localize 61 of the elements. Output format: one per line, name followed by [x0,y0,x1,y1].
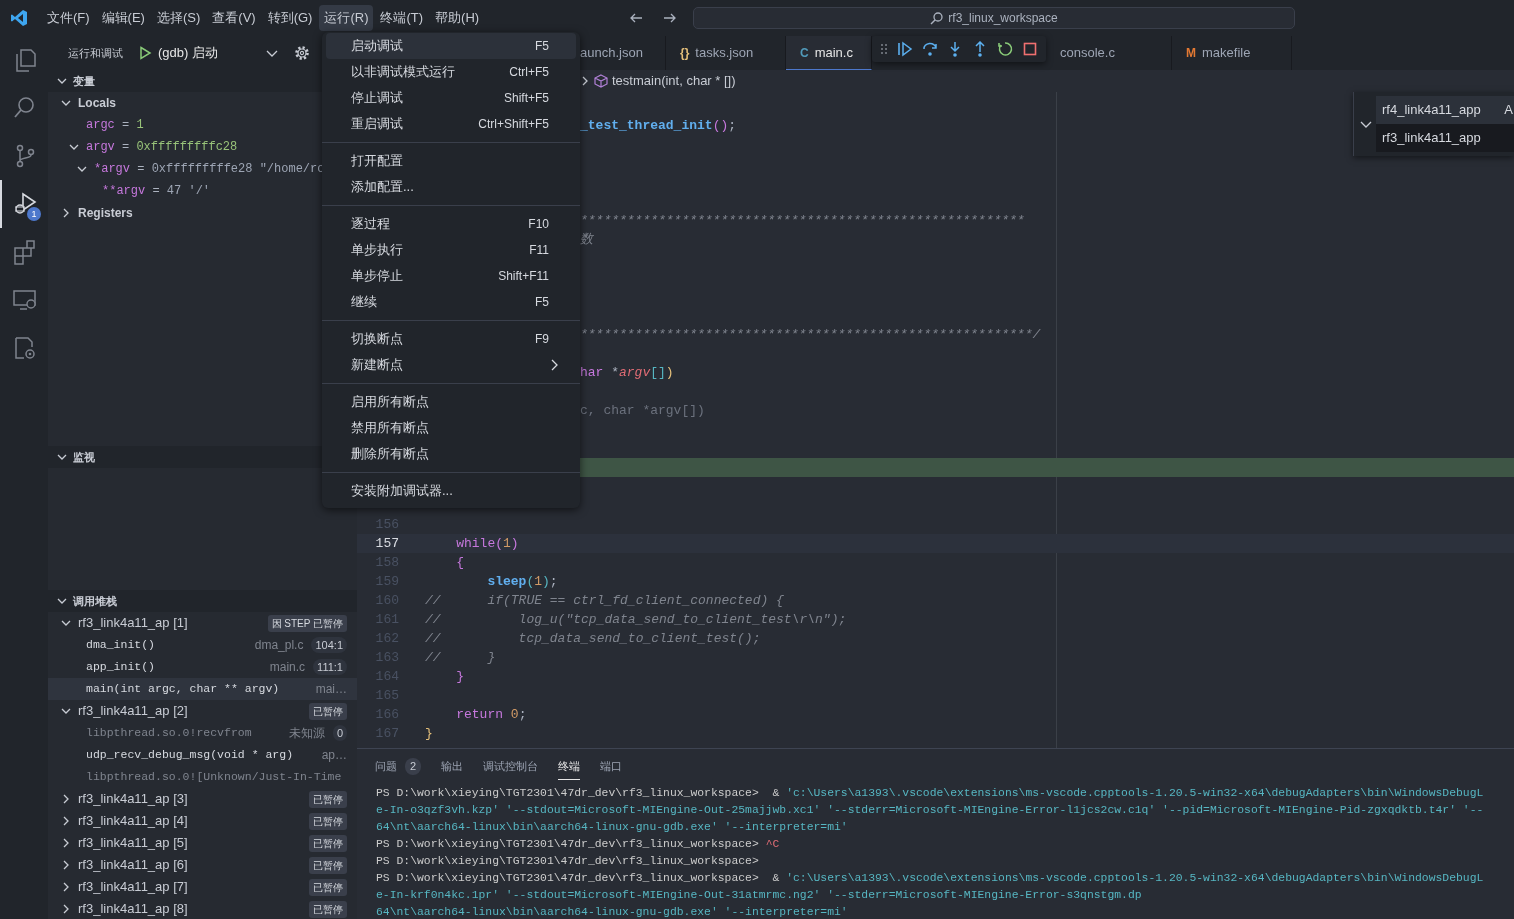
panel-title: 运行和调试 [68,45,124,61]
terminal-line: 64\nt\aarch64-linux\bin\aarch64-linux-gnu-gdb.exe' '--interpreter=mi' [376,905,849,919]
section-title: 变量 [73,73,95,89]
code-line: // log_u("tcp_data_send_to_client_test\r\n"); [425,610,847,629]
status-badge: 已暂停 [309,790,347,808]
code-line: // } [425,648,496,667]
code-line: while(1) [455,534,519,553]
file-icon: C [800,43,809,62]
code-line: _test_thread_init(); [580,116,737,135]
code-line: // tcp_data_send_to_client_test(); [425,629,761,648]
code-line: c, char *argv[]) [580,401,705,420]
terminal-line: PS D:\work\xieying\TGT2301\47dr_dev\rf3_linux_workspace> [376,854,760,869]
code-line: **********************************************************/ [580,325,1041,344]
scope-label: Registers [78,205,133,222]
line-position: 111:1 [313,658,347,676]
file-icon: {} [680,44,690,62]
status-badge: 已暂停 [309,812,347,830]
source-file: dma_pl.c [254,637,304,654]
status-badge: 已暂停 [309,834,347,852]
source-file: 未知源 [288,725,325,742]
code-line: // if(TRUE == ctrl_fd_client_connected) { [425,591,784,610]
status-badge: 因 STEP 已暂停 [267,614,347,632]
code-line: ********************************************************* [580,211,1025,230]
terminal-line: PS D:\work\xieying\TGT2301\47dr_dev\rf3_linux_workspace> & 'c:\Users\a1393\.vscode\extensions\ms-vscode.cpptools-1.20.5-win32-x64\debugAdapters\bin\WindowsDebugL [376,786,1485,801]
source-file: ap… [321,747,347,764]
function-name: app_init() [86,659,155,676]
function-name: udp_recv_debug_msg(void * arg) [86,747,294,764]
terminal-line: 64\nt\aarch64-linux\bin\aarch64-linux-gnu-gdb.exe' '--interpreter=mi' [376,820,849,835]
variable-text: argv = 0xfffffffffc28 [86,139,238,156]
status-badge: 已暂停 [309,856,347,874]
code-line: } [425,724,433,743]
source-file: main.c [269,659,306,676]
file-icon: M [1186,44,1196,62]
section-title: 调用堆栈 [73,593,117,609]
status-badge: 已暂停 [309,878,347,896]
code-line: { [455,553,464,572]
line-position: 104:1 [311,636,347,654]
code-line: } [455,667,464,686]
count-badge: 2 [405,758,422,775]
count-badge: 1 [27,207,41,221]
variable-text: argc = 1 [86,117,144,134]
terminal-line: PS D:\work\xieying\TGT2301\47dr_dev\rf3_linux_workspace> ^C [376,837,781,852]
code-line: har *argv[]) [580,363,674,382]
code-line: sleep(1); [486,572,558,591]
scope-label: Locals [78,95,116,112]
code-line: 数 [580,230,593,249]
function-name: dma_init() [86,637,155,654]
terminal-line: e-In-o3qzf3vh.kzp' '--stdout=Microsoft-MIEngine-Out-25majjwb.xc1' '--stderr=Microsoft-MIEngine-Error-l1jcs2cw.c1q' '--pid=Microsoft-MIEngine-Pid-zgxqdktb.t4r' '-- [376,803,1485,818]
code-line: return 0; [455,705,527,724]
status-badge: 已暂停 [309,900,347,918]
line-position: 0 [332,724,347,742]
status-badge: 已暂停 [309,702,347,720]
function-name: libpthread.so.0![Unknown/Just-In-Time [86,769,342,786]
function-name: libpthread.so.0!recvfrom [86,725,252,742]
terminal-line: e-In-krf0n4kc.1pr' '--stdout=Microsoft-MIEngine-Out-31atmrmc.ng2' '--stderr=Microsoft-MIEngine-Error-s3qnstgm.dp [376,888,1143,903]
terminal-line: PS D:\work\xieying\TGT2301\47dr_dev\rf3_linux_workspace> & 'c:\Users\a1393\.vscode\extensions\ms-vscode.cpptools-1.20.5-win32-x64\debugAdapters\bin\WindowsDebugL [376,871,1485,886]
variable-text: **argv = 47 '/' [102,183,211,200]
section-title: 监视 [73,449,95,465]
source-file: mai… [315,681,347,698]
line-number: 157 [374,534,399,553]
function-name: main(int argc, char ** argv) [86,681,280,698]
